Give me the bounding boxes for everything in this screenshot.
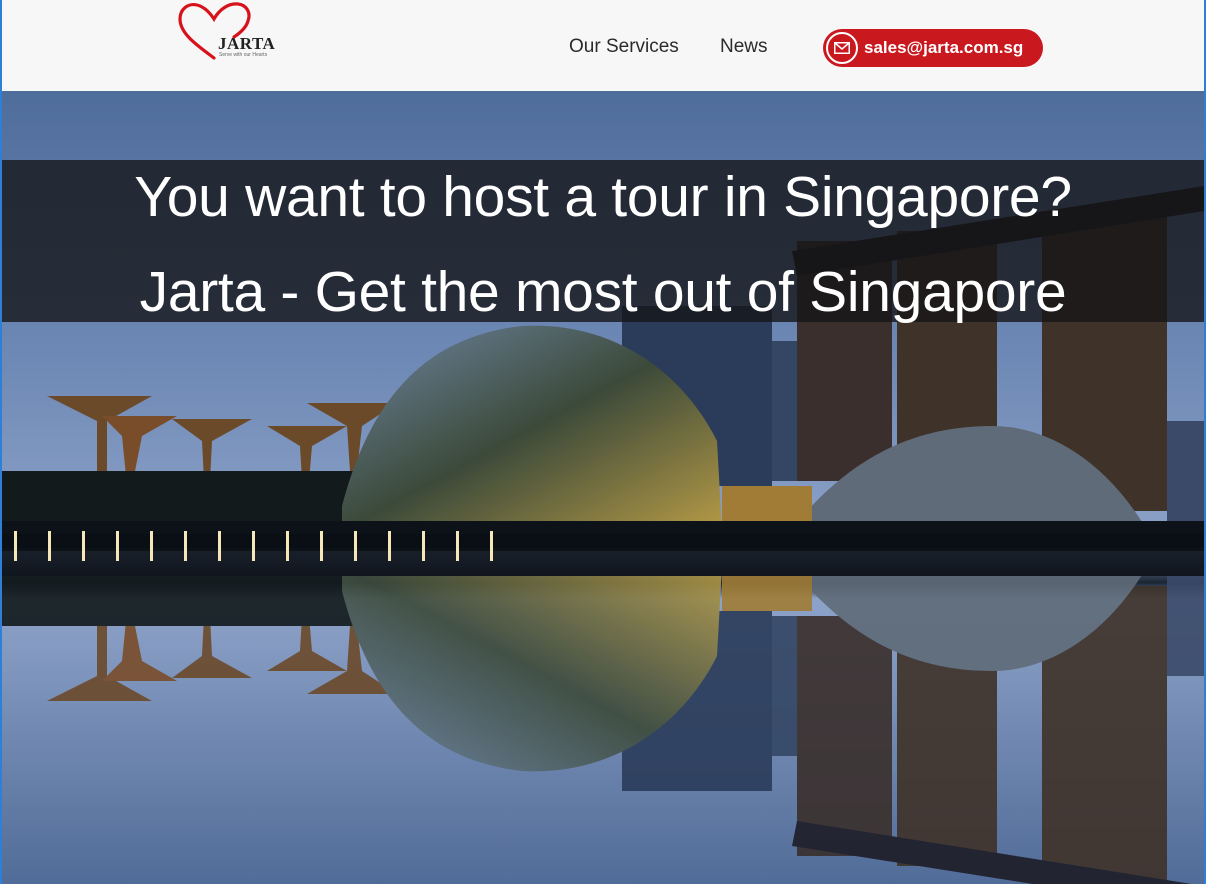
envelope-icon <box>826 32 858 64</box>
nav-our-services[interactable]: Our Services <box>569 36 679 58</box>
site-header: JARTA Serve with our Hearts Our Services… <box>0 0 1206 91</box>
brand-tagline: Serve with our Hearts <box>219 52 268 58</box>
hero-subheadline: Jarta - Get the most out of Singapore <box>139 260 1067 324</box>
email-address: sales@jarta.com.sg <box>864 38 1024 57</box>
hero-section: You want to host a tour in Singapore? Ja… <box>2 91 1204 884</box>
brand-name: JARTA <box>218 34 276 53</box>
hero-headline: You want to host a tour in Singapore? <box>134 165 1072 229</box>
email-contact-button[interactable]: sales@jarta.com.sg <box>823 29 1043 67</box>
nav-news[interactable]: News <box>720 36 768 58</box>
window-edge-left <box>0 0 2 884</box>
